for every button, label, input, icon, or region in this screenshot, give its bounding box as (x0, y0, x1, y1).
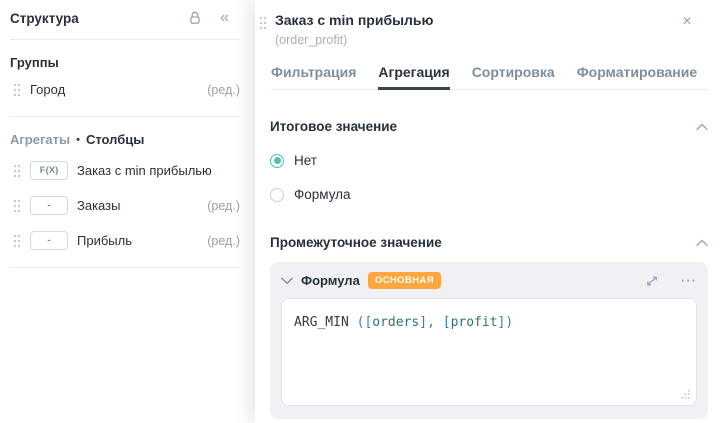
dialog-header: Заказ с min прибылью (order_profit) ✕ (255, 0, 724, 47)
chevron-up-icon[interactable] (696, 123, 708, 131)
list-item-order-min-profit[interactable]: F(X) Заказ с min прибылью (0, 153, 255, 188)
drag-handle-icon[interactable] (13, 164, 21, 178)
formula-card: Формула ОСНОВНАЯ ··· ARG_MIN ([orders], … (270, 262, 708, 419)
main-formula-badge: ОСНОВНАЯ (367, 272, 441, 289)
total-value-title: Итоговое значение (270, 119, 398, 134)
radio-option-formula[interactable]: Формула (270, 187, 708, 202)
list-item-label: Заказы (77, 198, 121, 213)
radio-label[interactable]: Нет (294, 153, 317, 168)
drag-handle-icon[interactable] (13, 83, 21, 97)
dialog-subtitle: (order_profit) (275, 33, 348, 47)
structure-panel-actions: « (187, 10, 229, 26)
breadcrumb-separator: • (76, 133, 80, 146)
list-item-profit[interactable]: - Прибыль (ред.) (0, 223, 255, 258)
chevron-up-icon[interactable] (696, 239, 708, 247)
divider (10, 267, 240, 268)
structure-panel: Структура « Группы Город (ред.) Агрегаты… (0, 0, 255, 423)
formula-code-line: ARG_MIN ([orders], [profit]) (282, 299, 696, 346)
list-item-city[interactable]: Город (ред.) (0, 72, 255, 107)
drag-handle-icon[interactable] (13, 199, 21, 213)
radio-label[interactable]: Формула (294, 187, 351, 202)
edit-link[interactable]: (ред.) (207, 199, 240, 213)
aggregation-type-badge[interactable]: - (30, 196, 68, 215)
edit-link[interactable]: (ред.) (207, 234, 240, 248)
resize-handle-icon[interactable] (680, 389, 690, 399)
tab-sorting[interactable]: Сортировка (472, 58, 555, 89)
code-token-punct: ]) (497, 315, 514, 330)
lock-icon[interactable] (187, 10, 203, 26)
structure-panel-header: Структура « (0, 0, 255, 34)
more-menu-icon[interactable]: ··· (681, 274, 697, 287)
column-settings-dialog: Заказ с min прибылью (order_profit) ✕ Фи… (255, 0, 724, 423)
collapse-panel-icon[interactable]: « (220, 10, 229, 26)
radio-selected-icon[interactable] (270, 153, 284, 168)
list-item-orders[interactable]: - Заказы (ред.) (0, 188, 255, 223)
code-token-field: profit (450, 315, 498, 330)
code-token-field: orders (372, 315, 420, 330)
dialog-titles: Заказ с min прибылью (order_profit) (275, 12, 682, 47)
app-window: Структура « Группы Город (ред.) Агрегаты… (0, 0, 724, 423)
groups-section-title: Группы (10, 55, 59, 70)
chevron-down-icon[interactable] (281, 277, 293, 285)
tab-filtering[interactable]: Фильтрация (271, 58, 356, 89)
intermediate-value-title: Промежуточное значение (270, 235, 442, 250)
breadcrumb-aggregates[interactable]: Агрегаты (10, 132, 70, 147)
drag-handle-icon[interactable] (259, 16, 267, 30)
dialog-title: Заказ с min прибылью (275, 12, 434, 28)
close-icon[interactable]: ✕ (682, 15, 692, 27)
list-item-label: Прибыль (77, 233, 132, 248)
tab-aggregation[interactable]: Агрегация (378, 58, 450, 90)
dialog-tabs: Фильтрация Агрегация Сортировка Форматир… (271, 58, 708, 90)
formula-editor[interactable]: ARG_MIN ([orders], [profit]) (281, 298, 697, 406)
radio-unselected-icon[interactable] (270, 187, 284, 202)
breadcrumb-columns: Столбцы (85, 132, 145, 147)
tab-formatting[interactable]: Форматирование (577, 58, 697, 89)
aggregation-type-badge[interactable]: F(X) (30, 161, 68, 180)
formula-card-header: Формула ОСНОВНАЯ ··· (281, 272, 697, 289)
aggregation-type-badge[interactable]: - (30, 231, 68, 250)
dialog-body: Итоговое значение Нет Формула Промежуточ… (255, 119, 724, 419)
expand-icon[interactable] (645, 274, 659, 288)
radio-option-none[interactable]: Нет (270, 153, 708, 168)
code-token-punct: ], [ (419, 315, 451, 330)
code-token-punct: ([ (356, 315, 373, 330)
edit-link[interactable]: (ред.) (207, 83, 240, 97)
drag-handle-icon[interactable] (13, 234, 21, 248)
intermediate-value-section-header: Промежуточное значение (270, 235, 708, 250)
code-token-function: ARG_MIN (294, 315, 357, 330)
list-item-label: Заказ с min прибылью (77, 163, 212, 178)
breadcrumb: Агрегаты • Столбцы (0, 117, 255, 149)
total-value-section-header: Итоговое значение (270, 119, 708, 134)
list-item-label: Город (30, 82, 66, 97)
formula-card-title: Формула (301, 273, 360, 288)
structure-panel-title: Структура (10, 10, 79, 26)
